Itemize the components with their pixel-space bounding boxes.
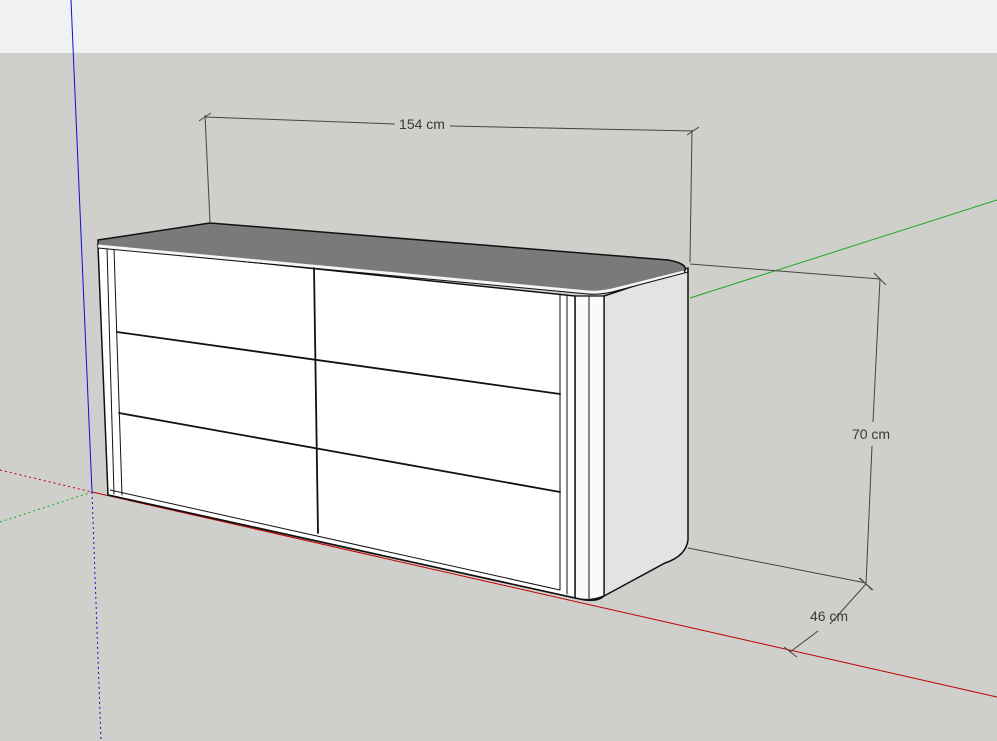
depth-dimension[interactable]: 46 cm xyxy=(783,577,874,658)
blue-axis-dotted xyxy=(91,491,102,741)
blue-axis-solid xyxy=(70,0,93,493)
dresser-model[interactable] xyxy=(97,222,689,602)
height-dimension-label: 70 cm xyxy=(852,426,890,442)
red-axis-dotted xyxy=(0,469,93,493)
3d-scene[interactable]: 154 cm 70 cm 46 cm xyxy=(0,0,997,741)
depth-dimension-label: 46 cm xyxy=(810,608,848,624)
green-axis-solid xyxy=(689,199,997,299)
sketchup-viewport[interactable]: 154 cm 70 cm 46 cm xyxy=(0,0,997,741)
green-axis-dotted xyxy=(0,491,93,523)
dresser-side-face xyxy=(603,266,689,598)
width-dimension-label: 154 cm xyxy=(399,116,445,132)
height-dimension[interactable]: 70 cm xyxy=(687,263,890,591)
